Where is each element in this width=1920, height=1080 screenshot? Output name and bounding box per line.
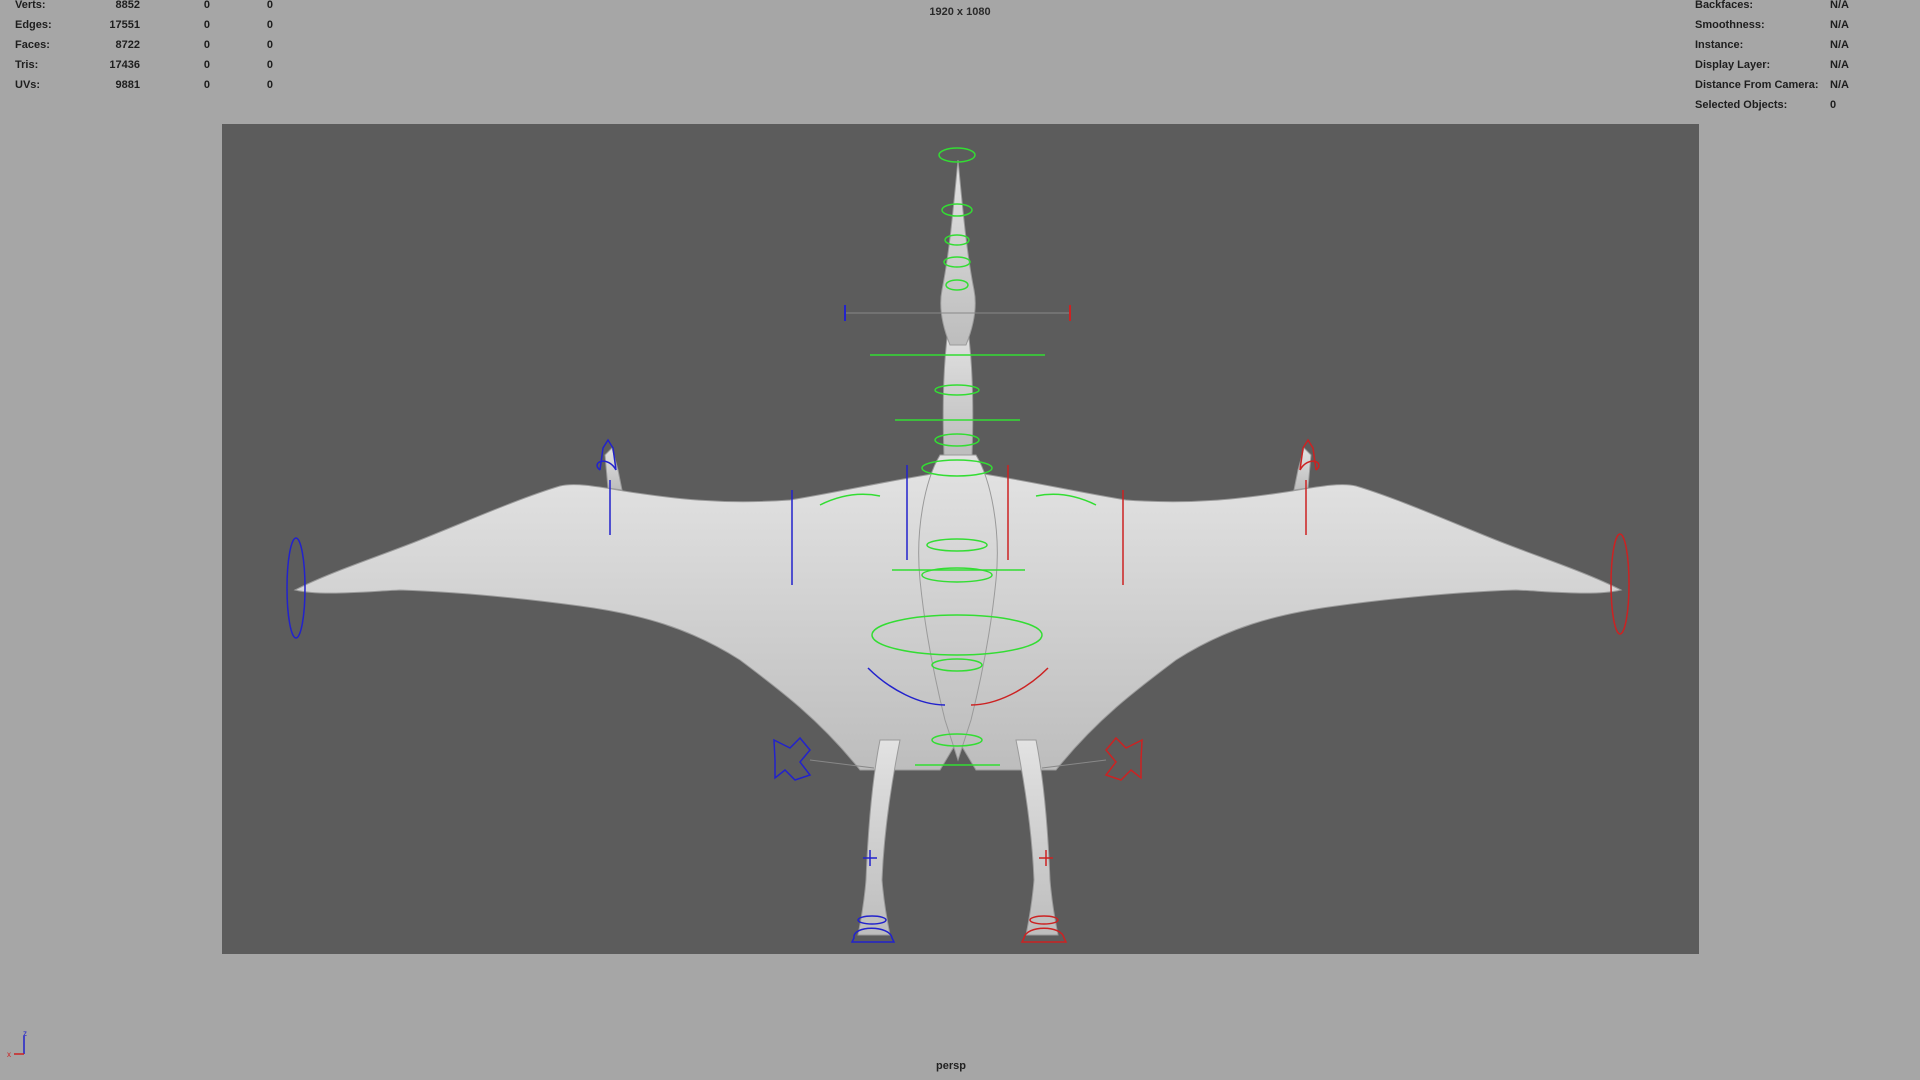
hud-value: 0 <box>266 79 273 91</box>
axis-gizmo-icon: z x <box>7 1030 27 1059</box>
hud-value: 0 <box>203 19 210 31</box>
pterosaur-rig-scene[interactable] <box>222 124 1699 954</box>
hud-value: 8722 <box>115 39 140 51</box>
head-top-control[interactable] <box>938 147 976 163</box>
hud-row-tris: Tris: 17436 0 0 <box>15 55 273 75</box>
hud-row-uvs: UVs: 9881 0 0 <box>15 75 273 95</box>
hud-value: 0 <box>266 19 273 31</box>
mesh-neck[interactable] <box>942 329 974 456</box>
right-wingtip-control[interactable] <box>1610 533 1630 635</box>
hud-row-display-layer: Display Layer: N/A <box>1695 55 1910 75</box>
hud-value: 0 <box>203 59 210 71</box>
hud-label: UVs: <box>15 79 41 91</box>
left-knee-pole-control[interactable] <box>773 736 812 781</box>
hud-value: 17551 <box>109 19 140 31</box>
hud-row-selected-objects: Selected Objects: 0 <box>1695 95 1910 115</box>
hud-label: Display Layer: <box>1695 59 1771 71</box>
object-details-hud: Backfaces: N/A Smoothness: N/A Instance:… <box>1695 0 1910 115</box>
resolution-label: 1920 x 1080 <box>929 6 991 18</box>
hud-row-smoothness: Smoothness: N/A <box>1695 15 1910 35</box>
hud-label: Tris: <box>15 59 39 71</box>
hud-value: 0 <box>266 39 273 51</box>
hud-label: Instance: <box>1695 39 1744 51</box>
right-knee-pole-control[interactable] <box>1104 736 1143 781</box>
mesh-head[interactable] <box>940 159 976 346</box>
hud-value: 0 <box>1830 99 1837 111</box>
hud-value: 0 <box>203 79 210 91</box>
camera-name-label: persp <box>936 1060 966 1072</box>
hud-value: N/A <box>1830 39 1849 51</box>
hud-value: 0 <box>203 39 210 51</box>
hud-label: Selected Objects: <box>1695 99 1788 111</box>
hud-value: N/A <box>1830 59 1849 71</box>
hud-value: N/A <box>1830 79 1849 91</box>
hud-row-distance-from-camera: Distance From Camera: N/A <box>1695 75 1910 95</box>
hud-row-backfaces: Backfaces: N/A <box>1695 0 1910 15</box>
hud-label: Edges: <box>15 19 52 31</box>
hud-label: Backfaces: <box>1695 0 1754 11</box>
axis-x-label: x <box>7 1050 11 1059</box>
axis-z-label: z <box>23 1030 27 1038</box>
hud-value: 9881 <box>115 79 140 91</box>
resolution-gate[interactable] <box>222 124 1699 954</box>
hud-row-instance: Instance: N/A <box>1695 35 1910 55</box>
hud-value: 0 <box>266 59 273 71</box>
hud-label: Faces: <box>15 39 50 51</box>
pterosaur-mesh[interactable] <box>293 159 1623 936</box>
hud-value: 17436 <box>109 59 140 71</box>
hud-label: Distance From Camera: <box>1695 79 1819 91</box>
hud-label: Smoothness: <box>1695 19 1765 31</box>
hud-value: N/A <box>1830 0 1849 11</box>
hud-row-edges: Edges: 17551 0 0 <box>15 15 273 35</box>
hud-row-faces: Faces: 8722 0 0 <box>15 35 273 55</box>
hud-value: N/A <box>1830 19 1849 31</box>
